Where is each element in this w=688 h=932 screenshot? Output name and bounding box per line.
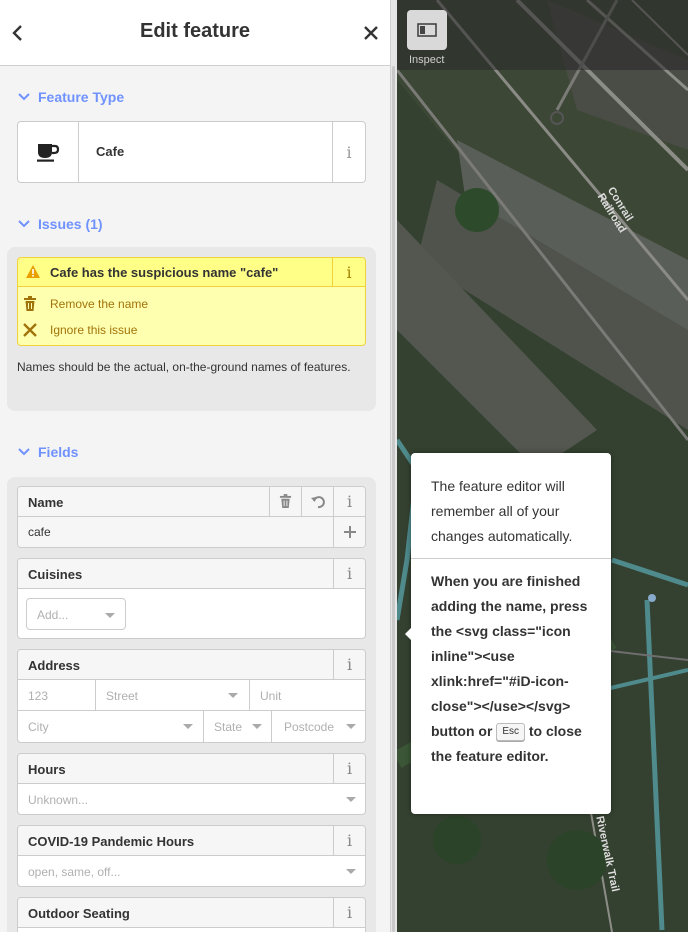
fix-ignore-issue-label: Ignore this issue: [50, 323, 138, 337]
chevron-down-icon: [228, 693, 238, 698]
chevron-down-icon: [252, 724, 262, 729]
close-icon: [22, 322, 38, 338]
esc-key: Esc: [496, 723, 525, 742]
field-outdoor-label-row: Outdoor Seating i: [18, 898, 365, 928]
add-localized-name-button[interactable]: [333, 517, 365, 547]
field-cuisines: Cuisines i Add...: [17, 558, 366, 639]
field-name-label-row: Name i: [18, 487, 365, 517]
panel-icon: [417, 23, 437, 37]
close-button[interactable]: [356, 18, 386, 48]
address-postcode-placeholder: Postcode: [284, 720, 335, 734]
issue-header[interactable]: Cafe has the suspicious name "cafe" i: [18, 258, 365, 287]
field-covid-hours: COVID-19 Pandemic Hours i open, same, of…: [17, 825, 366, 887]
plus-icon: [343, 526, 356, 538]
field-name-info-button[interactable]: i: [333, 487, 365, 516]
cuisines-placeholder: Add...: [37, 608, 69, 622]
chevron-down-icon: [183, 724, 193, 729]
section-fields-toggle[interactable]: Fields: [17, 442, 78, 462]
address-housenumber-placeholder: 123: [28, 689, 49, 703]
walkthrough-tooltip: The feature editor will remember all of …: [405, 453, 611, 814]
issue-reference-text: Names should be the actual, on-the-groun…: [17, 360, 351, 374]
field-cuisines-info-button[interactable]: i: [333, 559, 365, 588]
sidebar: Edit feature Feature Type Cafe i Issues …: [0, 0, 390, 932]
tooltip-text-autosave: The feature editor will remember all of …: [431, 478, 573, 544]
field-covid-label: COVID-19 Pandemic Hours: [28, 834, 195, 849]
fix-remove-name[interactable]: Remove the name: [22, 296, 148, 312]
address-unit-placeholder: Unit: [260, 689, 282, 703]
covid-hours-placeholder: open, same, off...: [28, 865, 121, 879]
address-city-placeholder: City: [28, 720, 49, 734]
issue-message: Cafe has the suspicious name "cafe": [50, 265, 279, 280]
section-issues-toggle[interactable]: Issues (1): [17, 214, 103, 234]
field-outdoor-label: Outdoor Seating: [28, 906, 130, 921]
address-street-placeholder: Street: [106, 689, 139, 703]
field-hours-label-row: Hours i: [18, 754, 365, 784]
chevron-down-icon: [18, 448, 30, 456]
field-covid-label-row: COVID-19 Pandemic Hours i: [18, 826, 365, 856]
chevron-down-icon: [346, 797, 356, 802]
sidebar-resizer[interactable]: [390, 0, 397, 932]
close-icon: [364, 26, 378, 40]
field-outdoor-info-button[interactable]: i: [333, 898, 365, 927]
chevron-down-icon: [105, 613, 115, 618]
tooltip-text-instructions: When you are finished adding the name, p…: [431, 569, 603, 769]
tooltip-instruction-text: When you are finished adding the name, p…: [431, 573, 588, 739]
chevron-down-icon: [346, 724, 356, 729]
coffee-cup-icon: [37, 144, 60, 162]
address-street-input[interactable]: Street: [96, 680, 250, 711]
issue-info-button[interactable]: i: [332, 258, 365, 286]
address-unit-input[interactable]: Unit: [250, 680, 365, 711]
field-cuisines-label-row: Cuisines i: [18, 559, 365, 589]
field-outdoor-seating: Outdoor Seating i: [17, 897, 366, 932]
hours-placeholder: Unknown...: [28, 793, 89, 807]
inspect-button[interactable]: [407, 10, 447, 50]
field-name-label: Name: [28, 495, 64, 510]
tooltip-divider: [411, 558, 611, 559]
field-address-info-button[interactable]: i: [333, 650, 365, 679]
trash-icon: [22, 296, 38, 312]
field-cuisines-label: Cuisines: [28, 567, 83, 582]
field-hours-info-button[interactable]: i: [333, 754, 365, 783]
cuisines-combo[interactable]: Add...: [26, 598, 126, 630]
chevron-down-icon: [18, 220, 30, 228]
address-housenumber-input[interactable]: 123: [18, 680, 96, 711]
scrollbar-thumb[interactable]: [392, 66, 395, 932]
address-city-input[interactable]: City: [18, 711, 204, 742]
trash-icon: [279, 494, 292, 508]
covid-hours-combo[interactable]: open, same, off...: [18, 856, 365, 886]
inspect-label: Inspect: [409, 54, 445, 66]
field-address-label: Address: [28, 658, 81, 673]
sidebar-header: Edit feature: [0, 0, 390, 66]
address-state-input[interactable]: State: [204, 711, 272, 742]
name-input[interactable]: [18, 517, 333, 547]
section-feature-type-label: Feature Type: [38, 89, 125, 105]
field-address-label-row: Address i: [18, 650, 365, 680]
section-feature-type-toggle[interactable]: Feature Type: [17, 87, 124, 107]
field-address: Address i 123 Street Unit City State Pos…: [17, 649, 366, 743]
fix-remove-name-label: Remove the name: [50, 297, 149, 311]
page-title: Edit feature: [139, 20, 251, 42]
field-hours: Hours i Unknown...: [17, 753, 366, 815]
hours-combo[interactable]: Unknown...: [18, 784, 365, 814]
field-covid-info-button[interactable]: i: [333, 826, 365, 855]
field-hours-label: Hours: [28, 762, 66, 777]
feature-type-info-button[interactable]: i: [332, 122, 365, 182]
address-state-placeholder: State: [214, 720, 243, 734]
feature-type-selector[interactable]: Cafe i: [17, 121, 366, 183]
tooltip-arrow: [405, 628, 411, 640]
feature-type-name: Cafe: [96, 144, 125, 159]
fix-ignore-issue[interactable]: Ignore this issue: [22, 322, 137, 338]
undo-icon: [310, 495, 325, 508]
address-postcode-input[interactable]: Postcode: [272, 711, 365, 742]
section-fields-label: Fields: [38, 444, 79, 460]
feature-type-icon-cell: [18, 122, 79, 182]
chevron-down-icon: [18, 93, 30, 101]
field-name-remove-button[interactable]: [269, 487, 301, 516]
section-issues-label: Issues (1): [38, 216, 103, 232]
chevron-down-icon: [346, 869, 356, 874]
field-name-undo-button[interactable]: [301, 487, 333, 516]
warning-icon: [26, 265, 40, 278]
field-name: Name i: [17, 486, 366, 548]
